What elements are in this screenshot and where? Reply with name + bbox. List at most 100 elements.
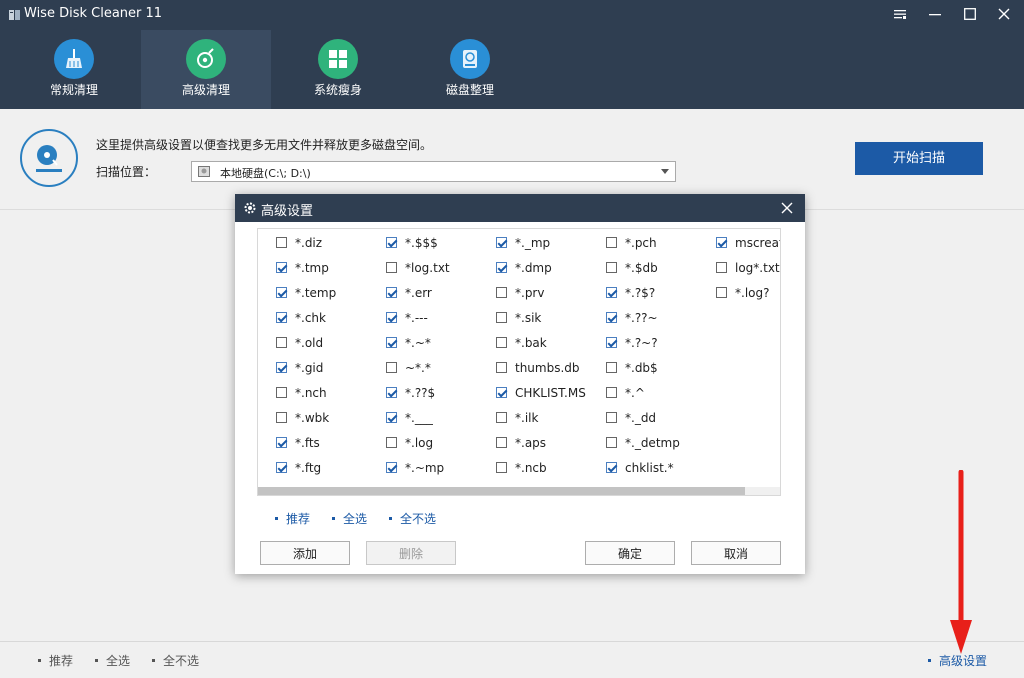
ok-button[interactable]: 确定 [585, 541, 675, 565]
extension-item[interactable]: *.sik [496, 310, 541, 326]
cancel-button[interactable]: 取消 [691, 541, 781, 565]
checkbox[interactable] [496, 262, 507, 273]
checkbox[interactable] [276, 437, 287, 448]
dialog-select-none-link[interactable]: 全不选 [389, 510, 436, 527]
extension-item[interactable]: log*.txt [716, 260, 780, 276]
extension-item[interactable]: *.wbk [276, 410, 329, 426]
add-button[interactable]: 添加 [260, 541, 350, 565]
horizontal-scrollbar[interactable] [258, 487, 780, 495]
checkbox[interactable] [606, 262, 617, 273]
extension-item[interactable]: ~*.* [386, 360, 431, 376]
extension-item[interactable]: *._dd [606, 410, 656, 426]
extension-label: log*.txt [735, 261, 780, 275]
extension-item[interactable]: *._mp [496, 235, 550, 251]
extension-item[interactable]: *.temp [276, 285, 336, 301]
checkbox[interactable] [606, 337, 617, 348]
extension-item[interactable]: *.___ [386, 410, 433, 426]
extension-item[interactable]: *.chk [276, 310, 326, 326]
checkbox[interactable] [606, 462, 617, 473]
checkbox[interactable] [606, 237, 617, 248]
checkbox[interactable] [386, 412, 397, 423]
checkbox[interactable] [276, 337, 287, 348]
extension-item[interactable]: *.diz [276, 235, 322, 251]
checkbox[interactable] [276, 262, 287, 273]
checkbox[interactable] [496, 362, 507, 373]
extension-item[interactable]: *.fts [276, 435, 320, 451]
extension-item[interactable]: *.db$ [606, 360, 658, 376]
extension-label: *.diz [295, 236, 323, 250]
checkbox[interactable] [386, 337, 397, 348]
delete-button[interactable]: 删除 [366, 541, 456, 565]
extension-item[interactable]: *.ilk [496, 410, 538, 426]
extension-item[interactable]: *.aps [496, 435, 546, 451]
checkbox[interactable] [386, 462, 397, 473]
checkbox[interactable] [716, 237, 727, 248]
checkbox[interactable] [276, 387, 287, 398]
checkbox[interactable] [496, 287, 507, 298]
scrollbar-thumb[interactable] [258, 487, 745, 495]
dialog-select-all-link[interactable]: 全选 [332, 510, 367, 527]
extension-item[interactable]: *.~mp [386, 460, 444, 476]
extension-item[interactable]: *.ftg [276, 460, 321, 476]
extension-item[interactable]: *.$db [606, 260, 658, 276]
extension-item[interactable]: *.?~? [606, 335, 658, 351]
extension-item[interactable]: *.err [386, 285, 432, 301]
dialog-recommend-link[interactable]: 推荐 [275, 510, 310, 527]
checkbox[interactable] [606, 412, 617, 423]
checkbox[interactable] [386, 362, 397, 373]
checkbox[interactable] [496, 337, 507, 348]
checkbox[interactable] [606, 387, 617, 398]
checkbox[interactable] [496, 462, 507, 473]
checkbox[interactable] [606, 437, 617, 448]
checkbox[interactable] [716, 287, 727, 298]
extension-item[interactable]: *.gid [276, 360, 323, 376]
checkbox[interactable] [386, 437, 397, 448]
dialog-close-button[interactable] [777, 198, 797, 218]
checkbox[interactable] [716, 262, 727, 273]
extension-item[interactable]: *.ncb [496, 460, 547, 476]
extension-label: ~*.* [405, 361, 431, 375]
extension-item[interactable]: *.dmp [496, 260, 552, 276]
checkbox[interactable] [386, 287, 397, 298]
extension-item[interactable]: CHKLIST.MS [496, 385, 586, 401]
extension-item[interactable]: *.log [386, 435, 433, 451]
checkbox[interactable] [386, 387, 397, 398]
checkbox[interactable] [606, 312, 617, 323]
extension-item[interactable]: *.log? [716, 285, 769, 301]
extension-item[interactable]: mscreat [716, 235, 780, 251]
checkbox[interactable] [276, 362, 287, 373]
checkbox[interactable] [276, 462, 287, 473]
extension-item[interactable]: *.??$ [386, 385, 435, 401]
checkbox[interactable] [496, 237, 507, 248]
checkbox[interactable] [606, 362, 617, 373]
checkbox[interactable] [496, 412, 507, 423]
checkbox[interactable] [276, 312, 287, 323]
extension-item[interactable]: *.pch [606, 235, 657, 251]
checkbox[interactable] [606, 287, 617, 298]
checkbox[interactable] [496, 437, 507, 448]
extension-item[interactable]: *log.txt [386, 260, 450, 276]
checkbox[interactable] [496, 312, 507, 323]
extension-item[interactable]: *.^ [606, 385, 645, 401]
extension-label: *.nch [295, 386, 327, 400]
checkbox[interactable] [496, 387, 507, 398]
extension-item[interactable]: *.~* [386, 335, 431, 351]
extension-item[interactable]: chklist.* [606, 460, 674, 476]
extension-item[interactable]: *.nch [276, 385, 327, 401]
extension-item[interactable]: *.??~ [606, 310, 658, 326]
extension-item[interactable]: *.$$$ [386, 235, 438, 251]
extension-item[interactable]: *.old [276, 335, 323, 351]
checkbox[interactable] [276, 237, 287, 248]
checkbox[interactable] [386, 312, 397, 323]
checkbox[interactable] [276, 287, 287, 298]
extension-item[interactable]: *.prv [496, 285, 544, 301]
checkbox[interactable] [386, 262, 397, 273]
extension-item[interactable]: *.bak [496, 335, 547, 351]
checkbox[interactable] [386, 237, 397, 248]
extension-item[interactable]: *.?$? [606, 285, 655, 301]
extension-item[interactable]: *.--- [386, 310, 428, 326]
checkbox[interactable] [276, 412, 287, 423]
extension-item[interactable]: *._detmp [606, 435, 680, 451]
extension-item[interactable]: *.tmp [276, 260, 329, 276]
extension-item[interactable]: thumbs.db [496, 360, 580, 376]
